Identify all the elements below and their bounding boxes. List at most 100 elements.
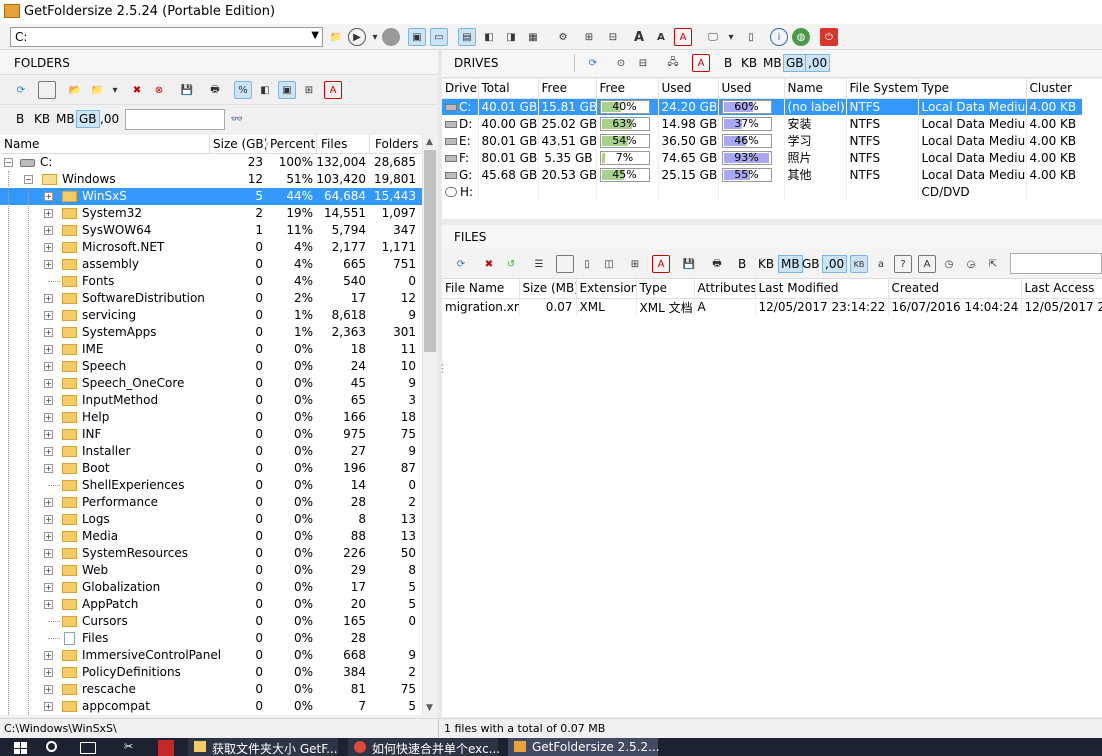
col-percent[interactable]: Percent — [270, 137, 315, 151]
expand-icon[interactable]: + — [44, 294, 53, 303]
text-icon[interactable]: a — [872, 255, 890, 273]
tree-row[interactable]: + Performance 0 0% 28 2 — [0, 494, 422, 511]
font-color-icon[interactable]: A — [674, 28, 692, 46]
drives-col-header[interactable]: Total — [478, 79, 539, 99]
delete-file-icon[interactable]: ✖ — [480, 255, 498, 273]
layout-icon[interactable]: ◨ — [502, 28, 520, 46]
drives-col-header[interactable]: File System — [846, 79, 919, 99]
drive-row[interactable]: G: 45.68 GB 20.53 GB 45% 25.15 GB 55% 其他 NTFS Lo… — [442, 166, 1082, 183]
expand-icon[interactable]: + — [44, 311, 53, 320]
unit-gb[interactable]: GB — [783, 54, 807, 72]
delete-folder-icon[interactable]: ✖ — [128, 81, 146, 99]
save-icon[interactable]: 💾 — [680, 255, 698, 273]
col-files[interactable]: Files — [321, 137, 347, 151]
windows-start-icon[interactable] — [14, 742, 28, 754]
expand-icon[interactable]: + — [44, 192, 53, 201]
expand-icon[interactable]: + — [44, 379, 53, 388]
taskbar-item[interactable]: 如何快速合并单个exc... — [348, 738, 500, 756]
tree-row[interactable]: + ImmersiveControlPanel 0 0% 668 9 — [0, 647, 422, 664]
split-icon[interactable]: ◫ — [600, 255, 618, 273]
tree-row[interactable]: + servicing 0 1% 8,618 9 — [0, 307, 422, 324]
unit-kb[interactable]: KB — [739, 54, 759, 72]
expand-icon[interactable]: + — [44, 464, 53, 473]
folder-view-icon[interactable]: ▣ — [278, 81, 296, 99]
tree-row[interactable]: ShellExperiences 0 0% 14 0 — [0, 477, 422, 494]
expand-icon[interactable]: + — [44, 396, 53, 405]
blank-icon[interactable] — [556, 255, 574, 273]
cursor-icon[interactable]: ⇱ — [984, 255, 1002, 273]
browse-folder-icon[interactable]: 📁 — [327, 28, 345, 46]
path-combobox[interactable]: C: ▼ — [10, 27, 323, 47]
search-icon[interactable] — [46, 741, 57, 752]
tree-row[interactable]: + IME 0 0% 18 11 — [0, 341, 422, 358]
restore-icon[interactable]: ↺ — [502, 255, 520, 273]
unit-kb[interactable]: KB — [32, 110, 52, 128]
play-icon[interactable]: ▶ — [348, 28, 366, 46]
files-col-header[interactable]: Last Modified — [755, 279, 889, 299]
kb-icon[interactable]: KB — [850, 255, 868, 273]
columns-icon[interactable]: ⊞ — [300, 81, 318, 99]
files-col-header[interactable]: Type — [636, 279, 695, 299]
tree-row[interactable]: + SystemApps 0 1% 2,363 301 — [0, 324, 422, 341]
scroll-up-icon[interactable]: ▲ — [426, 137, 433, 147]
view-files-icon[interactable]: ▤ — [458, 28, 476, 46]
drives-col-header[interactable]: Free — [538, 79, 597, 99]
layout-icon[interactable]: ◧ — [256, 81, 274, 99]
expand-icon[interactable]: + — [44, 583, 53, 592]
power-icon[interactable]: ⏻ — [820, 28, 838, 46]
tree-row[interactable]: + Speech 0 0% 24 10 — [0, 358, 422, 375]
font-smaller-icon[interactable]: A — [652, 28, 670, 46]
tree-row[interactable]: + SysWOW64 1 11% 5,794 347 — [0, 222, 422, 239]
expand-icon[interactable]: + — [44, 668, 53, 677]
task-view-icon[interactable] — [80, 742, 96, 754]
tree-row[interactable]: + SystemResources 0 0% 226 50 — [0, 545, 422, 562]
tree-row[interactable]: Files 0 0% 28 — [0, 630, 422, 647]
collapse-icon[interactable]: ⊟ — [604, 28, 622, 46]
drives-col-header[interactable]: Used — [718, 79, 785, 99]
preview-icon[interactable]: ▯ — [578, 255, 596, 273]
list-icon[interactable]: ☰ — [530, 255, 548, 273]
drive-row[interactable]: C: 40.01 GB 15.81 GB 40% 24.20 GB 60% (no labe… — [442, 98, 1082, 115]
view-drives-icon[interactable]: ▭ — [430, 28, 448, 46]
files-col-header[interactable]: Extension — [576, 279, 637, 299]
files-filter-input[interactable] — [1010, 253, 1102, 274]
expand-icon[interactable]: + — [44, 430, 53, 439]
unit-b[interactable]: B — [14, 110, 26, 128]
columns-icon[interactable]: ⊞ — [626, 255, 644, 273]
layout-icon[interactable]: ▦ — [524, 28, 542, 46]
unit-gb[interactable]: GB — [76, 110, 100, 128]
expand-icon[interactable]: + — [44, 566, 53, 575]
refresh-icon[interactable]: ⟳ — [452, 255, 470, 273]
font-color-icon[interactable]: A — [324, 81, 342, 99]
unit-mb[interactable]: MB — [778, 255, 803, 273]
expand-icon[interactable]: + — [44, 685, 53, 694]
files-col-header[interactable]: File Name — [442, 279, 520, 299]
expand-icon[interactable]: + — [44, 209, 53, 218]
globe-icon[interactable]: ◍ — [792, 28, 810, 46]
scroll-down-icon[interactable]: ▼ — [426, 703, 433, 713]
tree-row[interactable]: + rescache 0 0% 81 75 — [0, 681, 422, 698]
delete-files-icon[interactable]: ⊗ — [150, 81, 168, 99]
open-folder-icon[interactable]: 📂 — [66, 81, 84, 99]
expand-icon[interactable]: + — [44, 413, 53, 422]
tree-row[interactable]: + Logs 0 0% 8 13 — [0, 511, 422, 528]
save-icon[interactable]: 💾 — [178, 81, 196, 99]
expand-icon[interactable]: + — [44, 243, 53, 252]
scrollbar-thumb[interactable] — [424, 150, 436, 352]
unit-decimals[interactable]: ,00 — [98, 110, 121, 128]
tree-row[interactable]: + Help 0 0% 166 18 — [0, 409, 422, 426]
files-col-header[interactable]: Created — [888, 279, 1022, 299]
tree-row[interactable]: + PolicyDefinitions 0 0% 384 2 — [0, 664, 422, 681]
font-color-icon[interactable]: A — [652, 255, 670, 273]
stop-icon[interactable] — [382, 28, 400, 46]
folder-menu-icon[interactable]: 📁 — [88, 81, 106, 99]
date-filter-icon[interactable]: ◷ — [940, 255, 958, 273]
tree-row[interactable]: Fonts 0 4% 540 0 — [0, 273, 422, 290]
info-icon[interactable]: i — [770, 28, 788, 46]
col-size[interactable]: Size (GB) — [213, 137, 268, 151]
layout-icon[interactable]: ◧ — [480, 28, 498, 46]
percent-icon[interactable]: % — [234, 81, 252, 99]
print-icon[interactable]: 🖶 — [206, 81, 224, 99]
blank-icon[interactable] — [38, 81, 56, 99]
tree-row[interactable]: + INF 0 0% 975 75 — [0, 426, 422, 443]
